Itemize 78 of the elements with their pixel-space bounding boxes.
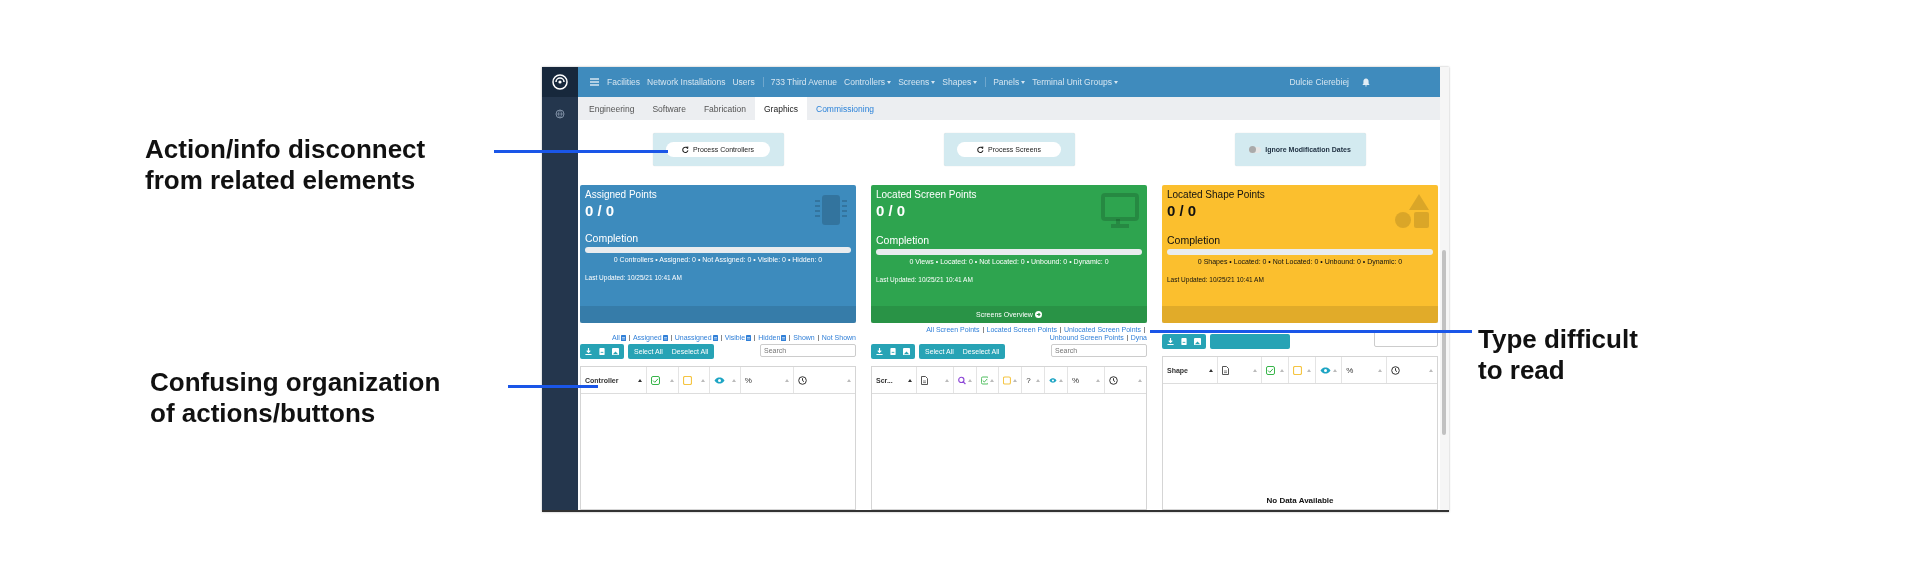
caret-icon xyxy=(1114,80,1118,84)
document-icon xyxy=(921,375,929,385)
menu-icon[interactable] xyxy=(590,78,599,86)
annotation-text: Confusing organization of actions/buttons xyxy=(150,367,441,429)
user-name[interactable]: Dulcie Cierebiej xyxy=(1289,77,1349,87)
column-header[interactable]: ? xyxy=(1026,375,1031,385)
nav-link[interactable]: Screens xyxy=(898,77,936,87)
card-title: Located Shape Points xyxy=(1167,189,1265,200)
nav-link[interactable]: Network Installations xyxy=(647,77,726,87)
monitor-icon xyxy=(1101,193,1139,229)
tab[interactable]: Graphics xyxy=(755,97,807,120)
document-icon xyxy=(781,335,787,341)
card-title: Located Screen Points xyxy=(876,189,977,200)
checkbox-icon xyxy=(1266,365,1276,375)
checkbox-icon xyxy=(980,375,989,385)
column-header[interactable]: % xyxy=(744,375,752,385)
nav-link[interactable]: Users xyxy=(732,77,764,87)
eye-icon xyxy=(1319,366,1331,374)
bell-icon[interactable] xyxy=(1362,77,1370,87)
clock-icon xyxy=(797,375,807,385)
document-icon xyxy=(662,335,668,341)
nav-link[interactable]: Shapes xyxy=(942,77,987,87)
annotation-text: Action/info disconnect from related elements xyxy=(145,134,426,196)
document-icon[interactable] xyxy=(1181,338,1187,345)
chip-icon xyxy=(814,193,848,227)
card-title: Assigned Points xyxy=(585,189,657,200)
document-icon[interactable] xyxy=(890,348,896,355)
tab[interactable]: Commissioning xyxy=(807,97,884,120)
empty-message: No Data Available xyxy=(1266,496,1334,505)
clock-icon xyxy=(1108,375,1118,385)
nav-link[interactable]: Terminal Unit Groups xyxy=(1032,77,1118,87)
tab[interactable]: Fabrication xyxy=(694,97,755,120)
logo-icon xyxy=(552,74,568,90)
caret-icon xyxy=(931,80,936,84)
globe-icon[interactable] xyxy=(555,109,565,119)
nav-link[interactable]: Facilities xyxy=(607,77,641,87)
download-icon[interactable] xyxy=(1167,338,1174,345)
image-icon[interactable] xyxy=(903,348,910,355)
tab[interactable]: Software xyxy=(643,97,695,120)
refresh-icon xyxy=(977,146,985,153)
column-header[interactable]: % xyxy=(1072,375,1080,385)
caret-icon xyxy=(887,80,892,84)
checkbox-icon xyxy=(651,375,661,385)
document-icon xyxy=(620,335,626,341)
tab[interactable]: Engineering xyxy=(580,97,644,120)
completion-label: Completion xyxy=(585,232,640,244)
sort-icon[interactable] xyxy=(638,378,643,382)
download-icon[interactable] xyxy=(876,348,883,355)
refresh-icon xyxy=(681,146,689,153)
document-icon xyxy=(712,335,718,341)
annotation-text: Type difficult to read xyxy=(1478,324,1638,386)
eye-icon xyxy=(1049,376,1058,384)
download-icon[interactable] xyxy=(585,348,592,355)
arrow-circle-icon xyxy=(1034,311,1042,318)
document-icon xyxy=(1221,365,1229,375)
document-icon xyxy=(746,335,752,341)
card-value: 0 / 0 xyxy=(585,202,616,219)
column-header[interactable]: % xyxy=(1346,365,1354,375)
completion-label: Completion xyxy=(1167,234,1222,246)
image-icon[interactable] xyxy=(612,348,619,355)
sort-icon[interactable] xyxy=(908,378,913,382)
scrollbar-thumb[interactable] xyxy=(1442,250,1446,435)
nav-link[interactable]: 733 Third Avenue xyxy=(770,77,837,87)
eye-icon xyxy=(713,376,725,384)
card-value: 0 / 0 xyxy=(876,202,907,219)
nav-link[interactable]: Panels xyxy=(993,77,1026,87)
image-icon[interactable] xyxy=(1194,338,1201,345)
clock-icon xyxy=(1390,365,1400,375)
sort-icon[interactable] xyxy=(1208,368,1213,372)
completion-label: Completion xyxy=(876,234,931,246)
caret-icon xyxy=(1021,80,1026,84)
caret-icon xyxy=(973,80,978,84)
search-icon xyxy=(957,375,966,385)
nav-link[interactable]: Controllers xyxy=(844,77,892,87)
shapes-icon xyxy=(1394,193,1430,229)
document-icon[interactable] xyxy=(599,348,605,355)
card-value: 0 / 0 xyxy=(1167,202,1198,219)
toggle-switch[interactable] xyxy=(1249,146,1262,153)
